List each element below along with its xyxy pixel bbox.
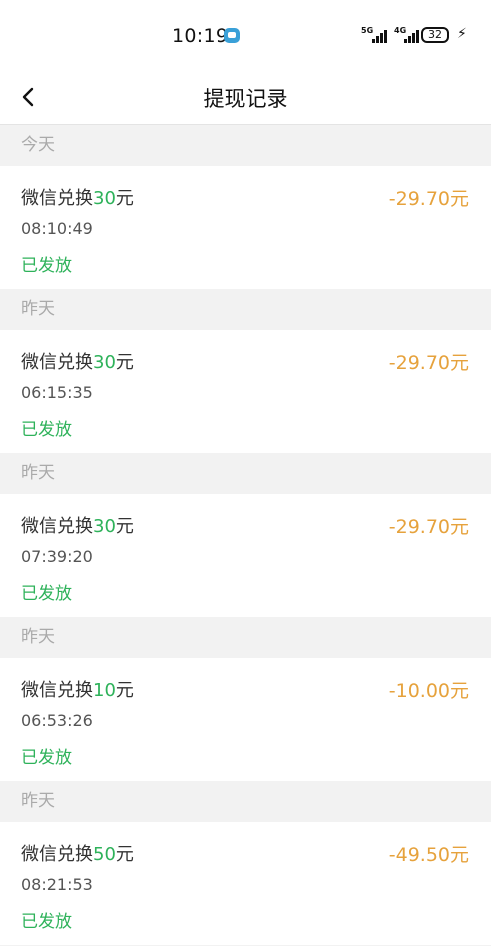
record-title: 微信兑换30元 [21, 348, 134, 374]
record-amount: -29.70元 [388, 352, 469, 374]
record-title-amount: 30 [93, 352, 116, 373]
withdraw-record-list: 今天 微信兑换30元 08:10:49 已发放 -29.70元 昨天 微信兑换30元 06:1… [0, 125, 491, 945]
date-group-header: 今天 [0, 125, 491, 166]
record-status: 已发放 [21, 584, 72, 604]
record-title-prefix: 微信兑换 [21, 844, 93, 865]
date-group-header: 昨天 [0, 781, 491, 822]
record-status: 已发放 [21, 748, 72, 768]
record-title-suffix: 元 [115, 844, 134, 865]
record-title-suffix: 元 [115, 516, 134, 537]
list-item[interactable]: 微信兑换30元 08:10:49 已发放 -29.70元 [0, 166, 491, 289]
record-status: 已发放 [21, 256, 72, 276]
record-title: 微信兑换30元 [21, 512, 134, 538]
record-time: 08:21:53 [21, 875, 93, 894]
date-group-header: 昨天 [0, 289, 491, 330]
list-item[interactable]: 微信兑换30元 06:15:35 已发放 -29.70元 [0, 330, 491, 453]
record-title-suffix: 元 [115, 188, 134, 209]
record-title-prefix: 微信兑换 [21, 516, 93, 537]
page-title: 提现记录 [203, 87, 288, 111]
record-title-suffix: 元 [115, 680, 134, 701]
record-title: 微信兑换10元 [21, 676, 134, 702]
message-notification-icon [224, 28, 240, 43]
record-time: 08:10:49 [21, 219, 93, 238]
record-title-prefix: 微信兑换 [21, 352, 93, 373]
record-amount: -29.70元 [388, 516, 469, 538]
record-time: 07:39:20 [21, 547, 93, 566]
nav-bar: 提现记录 [0, 72, 491, 125]
status-bar: 10:19 5G 4G 32 ⚡ [0, 0, 491, 72]
battery-icon: 32 [421, 27, 449, 43]
record-time: 06:53:26 [21, 711, 93, 730]
record-title-amount: 30 [93, 188, 116, 209]
record-amount: -10.00元 [388, 680, 469, 702]
record-time: 06:15:35 [21, 383, 93, 402]
record-title-amount: 10 [93, 680, 116, 701]
record-title-amount: 50 [93, 844, 116, 865]
list-item[interactable]: 微信兑换10元 06:53:26 已发放 -10.00元 [0, 658, 491, 781]
signal-bars-icon [404, 29, 420, 43]
record-status: 已发放 [21, 912, 72, 932]
record-title: 微信兑换30元 [21, 184, 134, 210]
list-item[interactable]: 微信兑换50元 08:21:53 已发放 -49.50元 [0, 822, 491, 945]
record-title-suffix: 元 [115, 352, 134, 373]
date-group-header: 昨天 [0, 617, 491, 658]
record-status: 已发放 [21, 420, 72, 440]
charging-icon: ⚡ [457, 26, 467, 42]
record-title-prefix: 微信兑换 [21, 188, 93, 209]
record-title-prefix: 微信兑换 [21, 680, 93, 701]
status-time: 10:19 [172, 25, 229, 47]
record-amount: -49.50元 [388, 844, 469, 866]
record-amount: -29.70元 [388, 188, 469, 210]
record-title: 微信兑换50元 [21, 840, 134, 866]
date-group-header: 昨天 [0, 453, 491, 494]
record-title-amount: 30 [93, 516, 116, 537]
list-item[interactable]: 微信兑换30元 07:39:20 已发放 -29.70元 [0, 494, 491, 617]
signal-bars-icon [372, 29, 388, 43]
